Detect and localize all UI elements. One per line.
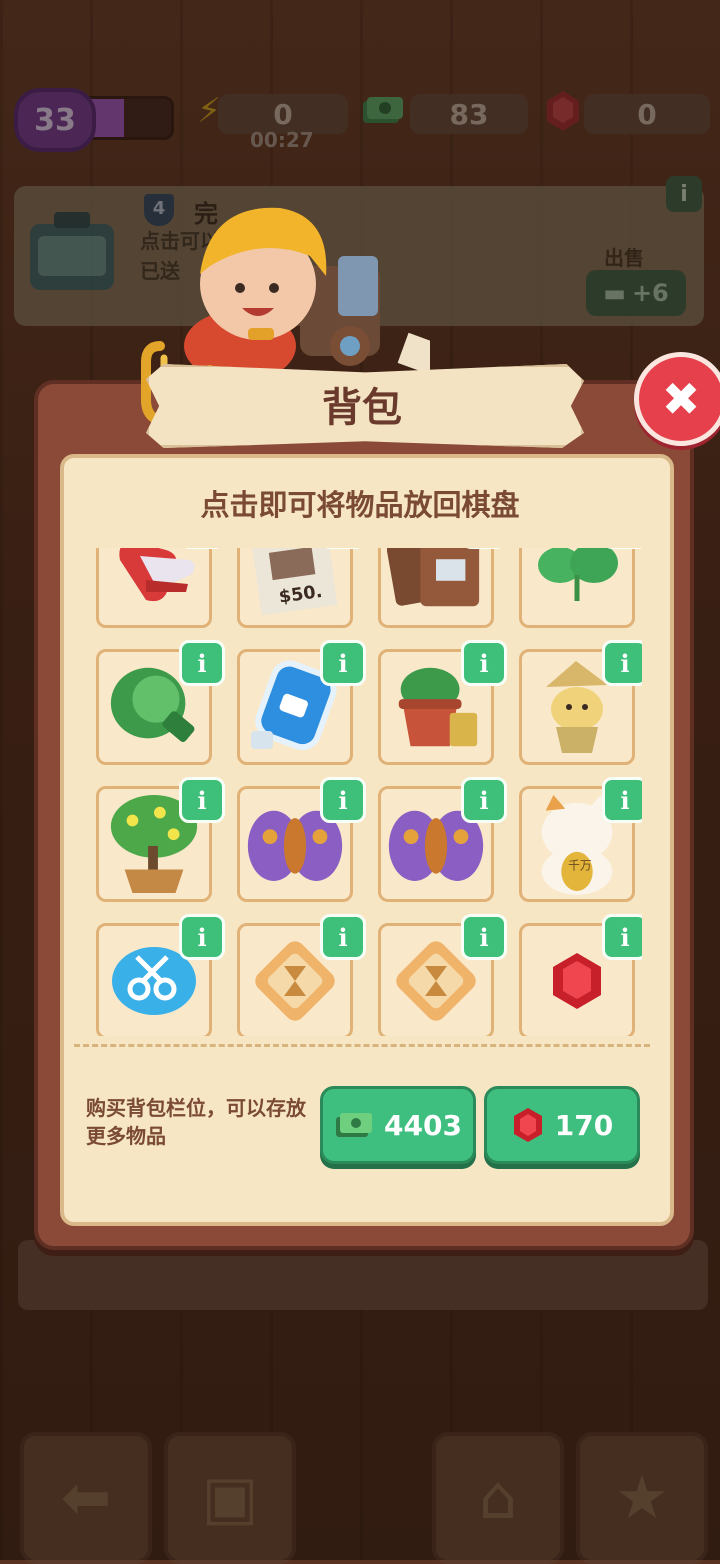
backpack-slot[interactable]: i bbox=[237, 914, 366, 1036]
backpack-slot[interactable]: $50.i bbox=[237, 548, 366, 628]
item-info-button[interactable]: i bbox=[602, 777, 642, 823]
backpack-slot[interactable]: i bbox=[519, 548, 642, 628]
backpack-slot[interactable]: i bbox=[519, 640, 642, 765]
backpack-slot[interactable]: i bbox=[378, 548, 507, 628]
backpack-slot[interactable]: i bbox=[378, 777, 507, 902]
cash-price: 4403 bbox=[384, 1108, 462, 1142]
item-info-button[interactable]: i bbox=[320, 914, 366, 960]
buy-with-gems-button[interactable]: 170 bbox=[484, 1086, 640, 1164]
wallet-icon bbox=[387, 548, 485, 619]
dialog-subtitle: 点击即可将物品放回棋盘 bbox=[200, 488, 520, 522]
backpack-slot[interactable]: i bbox=[519, 914, 642, 1036]
backpack-slot[interactable]: i bbox=[96, 914, 225, 1036]
item-info-button[interactable]: i bbox=[179, 914, 225, 960]
backpack-slot[interactable]: i bbox=[96, 548, 225, 628]
backpack-slot[interactable]: i bbox=[378, 640, 507, 765]
dashed-divider bbox=[74, 1044, 650, 1047]
item-info-button[interactable]: i bbox=[602, 640, 642, 686]
item-info-button[interactable]: i bbox=[461, 777, 507, 823]
backpack-slot[interactable]: 千万 i bbox=[519, 777, 642, 902]
backpack-grid[interactable]: i$50.iiiiiiiiii千万iiiii bbox=[94, 548, 642, 1036]
wanted-poster-icon: $50. bbox=[246, 548, 344, 619]
dialog-title: 背包 bbox=[322, 385, 402, 431]
gem-price: 170 bbox=[554, 1108, 614, 1142]
backpack-slot[interactable]: i bbox=[237, 640, 366, 765]
backpack-slot[interactable]: i bbox=[237, 777, 366, 902]
close-icon: ✖ bbox=[661, 372, 701, 426]
gloves-icon bbox=[105, 548, 203, 619]
backpack-slot[interactable]: i bbox=[96, 640, 225, 765]
cash-icon bbox=[336, 1113, 373, 1137]
buy-slots-text: 购买背包栏位，可以存放更多物品 bbox=[86, 1096, 306, 1148]
ruby-icon bbox=[513, 1108, 542, 1142]
backpack-slot[interactable]: i bbox=[96, 777, 225, 902]
buy-with-cash-button[interactable]: 4403 bbox=[320, 1086, 476, 1164]
item-info-button[interactable]: i bbox=[320, 640, 366, 686]
item-info-button[interactable]: i bbox=[461, 640, 507, 686]
item-info-button[interactable]: i bbox=[320, 777, 366, 823]
coin-label: 千万 bbox=[568, 858, 592, 872]
close-button[interactable]: ✖ bbox=[634, 352, 720, 446]
item-info-button[interactable]: i bbox=[602, 914, 642, 960]
clover-sprout-icon bbox=[528, 548, 626, 619]
backpack-slot[interactable]: i bbox=[378, 914, 507, 1036]
item-info-button[interactable]: i bbox=[179, 640, 225, 686]
item-info-button[interactable]: i bbox=[461, 914, 507, 960]
item-info-button[interactable]: i bbox=[179, 777, 225, 823]
